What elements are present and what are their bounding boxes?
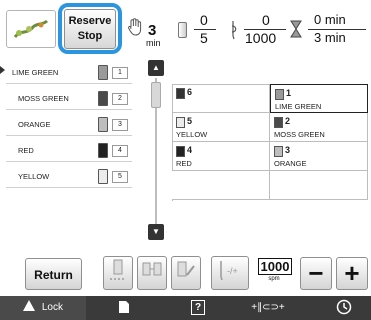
scroll-up-button[interactable]: ▲	[148, 60, 164, 76]
stops-total: 5	[200, 30, 208, 46]
thread-name: ORANGE	[18, 120, 51, 129]
sequence-number: 5	[187, 116, 193, 126]
speed-decrease-button[interactable]: −	[300, 257, 332, 290]
scrollbar-thumb[interactable]	[151, 82, 161, 108]
thread-list-item[interactable]: RED 4	[6, 138, 132, 162]
speed-display: 1000 spm	[258, 258, 292, 288]
sequence-spool-icon	[176, 146, 185, 157]
stitches-total: 1000	[245, 30, 277, 46]
color-change-count: 3	[148, 22, 157, 39]
needle-step-button[interactable]: -/+	[211, 256, 249, 290]
sequence-color-name: RED	[176, 159, 192, 168]
embroidery-pattern-icon	[13, 19, 49, 39]
thread-spool-icon	[98, 65, 108, 80]
thread-change-button[interactable]	[171, 256, 201, 290]
thread-list-item[interactable]: ORANGE 3	[6, 112, 132, 136]
sequence-spool-icon	[176, 88, 185, 99]
sequence-cell[interactable]: 5 YELLOW	[172, 113, 270, 142]
reserve-stop-button[interactable]: Reserve Stop	[64, 9, 116, 49]
thread-sort-icon	[142, 262, 162, 276]
lock-label: Lock	[41, 302, 63, 313]
scroll-down-button[interactable]: ▼	[148, 224, 164, 240]
sequence-cell[interactable]: 2 MOSS GREEN	[270, 113, 368, 142]
document-icon	[119, 301, 129, 314]
thread-spool-icon	[98, 117, 108, 132]
sequence-spool-icon	[275, 89, 284, 100]
sequence-number: 6	[187, 87, 193, 97]
speed-increase-button[interactable]: +	[336, 257, 368, 290]
thread-name: MOSS GREEN	[18, 94, 69, 103]
thread-name: RED	[18, 146, 34, 155]
svg-text:-/+: -/+	[227, 266, 238, 276]
thread-spool-icon	[98, 143, 108, 158]
sequence-number: 2	[285, 116, 291, 126]
speed-value: 1000	[258, 258, 292, 275]
presser-foot-button[interactable]: +∥⊂⊃+	[236, 296, 300, 320]
reserve-stop-label-line2: Stop	[77, 30, 103, 42]
sequence-number: 3	[285, 145, 291, 155]
thread-list-item[interactable]: LIME GREEN 1	[6, 60, 132, 84]
sequence-spool-icon	[176, 117, 185, 128]
sequence-cell[interactable]: 3 ORANGE	[270, 142, 368, 171]
thread-number: 3	[112, 119, 128, 131]
thread-list-item[interactable]: MOSS GREEN 2	[6, 86, 132, 110]
help-icon: ?	[190, 300, 206, 315]
sequence-cell-empty	[270, 171, 368, 200]
return-button[interactable]: Return	[25, 258, 82, 290]
sequence-cell[interactable]: 4 RED	[172, 142, 270, 171]
settings-button[interactable]	[318, 296, 370, 320]
spool-icon	[178, 22, 187, 38]
thread-list-item[interactable]: YELLOW 5	[6, 164, 132, 188]
color-sort-button[interactable]	[137, 256, 167, 290]
thread-number: 2	[112, 93, 128, 105]
pattern-info-button[interactable]	[88, 296, 160, 320]
thread-number: 4	[112, 145, 128, 157]
clock-icon	[336, 300, 352, 315]
needle-icon	[228, 20, 240, 45]
hand-icon	[127, 18, 143, 41]
thread-spool-icon	[98, 169, 108, 184]
thread-spool-icon	[98, 91, 108, 106]
help-button[interactable]: ?	[162, 296, 234, 320]
thread-name: LIME GREEN	[12, 68, 59, 77]
lock-button[interactable]: Lock	[0, 296, 86, 320]
sequence-spool-icon	[274, 146, 283, 157]
spool-edit-icon	[177, 261, 195, 277]
sequence-cell-empty	[172, 171, 270, 200]
sequence-number: 4	[187, 145, 193, 155]
lock-warning-icon	[23, 300, 36, 311]
thread-start-icon	[110, 259, 126, 280]
sequence-color-name: YELLOW	[176, 130, 208, 139]
pattern-thumbnail	[6, 10, 56, 48]
color-change-unit: min	[146, 38, 161, 48]
sequence-color-name: ORANGE	[274, 159, 307, 168]
reserve-stop-label-line1: Reserve	[68, 15, 112, 27]
needle-plus-minus-icon: -/+	[220, 261, 238, 281]
start-point-button[interactable]	[103, 256, 133, 290]
stitches-done: 0	[262, 12, 270, 28]
sequence-spool-icon	[274, 117, 283, 128]
thread-name: YELLOW	[18, 172, 50, 181]
thread-number: 1	[112, 67, 128, 79]
presser-foot-icon: +∥⊂⊃+	[251, 302, 285, 313]
sequence-color-name: MOSS GREEN	[274, 130, 325, 139]
sequence-number: 1	[286, 88, 292, 98]
sequence-color-name: LIME GREEN	[275, 102, 322, 111]
hourglass-icon	[290, 20, 302, 43]
thread-number: 5	[112, 171, 128, 183]
sequence-cell[interactable]: 6	[172, 84, 270, 113]
current-sequence-cell[interactable]: 1 LIME GREEN	[270, 84, 368, 113]
time-done: 0 min	[314, 12, 346, 27]
speed-unit: spm	[268, 276, 280, 282]
time-total: 3 min	[314, 30, 346, 45]
stops-done: 0	[200, 12, 208, 28]
